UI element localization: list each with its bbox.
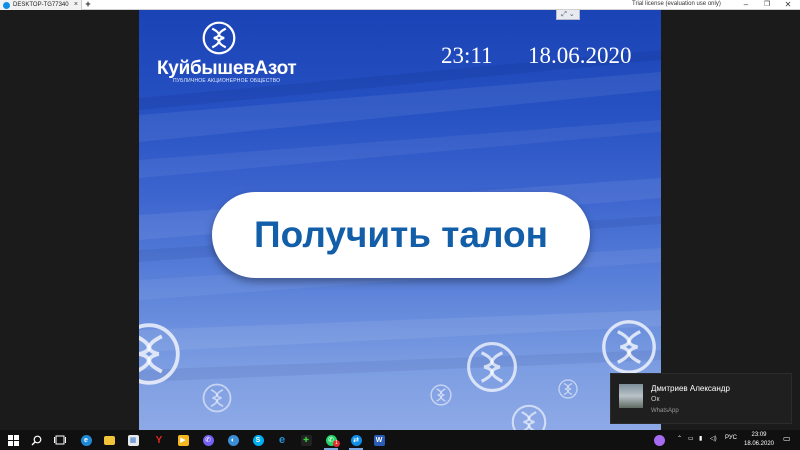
game-icon[interactable]: ✚	[299, 433, 313, 447]
sender-avatar	[619, 384, 643, 408]
kuibyshevazot-logo-icon	[202, 21, 236, 55]
input-language[interactable]: РУС	[725, 435, 737, 441]
whatsapp-icon[interactable]: ✆ 1	[324, 433, 340, 447]
emblem-watermark-icon	[602, 320, 656, 374]
license-notice: Trial license (evaluation use only)	[632, 1, 721, 7]
get-ticket-button[interactable]: Получить талон	[212, 192, 590, 278]
current-time: 23:11	[441, 43, 493, 68]
emblem-watermark-icon	[139, 323, 180, 385]
kiosk-screen: КуйбышевАзот ПУБЛИЧНОЕ АКЦИОНЕРНОЕ ОБЩЕС…	[139, 10, 661, 430]
close-window-button[interactable]: ✕	[777, 0, 799, 10]
get-ticket-label: Получить талон	[254, 214, 548, 255]
word-icon[interactable]: W	[372, 433, 386, 447]
network-icon[interactable]: ▭	[688, 435, 694, 442]
battery-icon[interactable]: ▮	[699, 435, 702, 442]
notifications-icon[interactable]: ▭	[783, 434, 791, 443]
store-icon[interactable]: ▦	[126, 433, 140, 447]
taskbar-clock-date[interactable]: 18.06.2020	[741, 440, 777, 448]
minimize-button[interactable]: –	[735, 0, 757, 10]
notification-sender: Дмитриев Александр	[651, 384, 730, 393]
windows-taskbar: e ▦ Y ▶ ✆ ◐ S e ✚ ✆ 1 ⇄ W ⌃ ▭ ▮ ◁) РУС 2…	[0, 430, 800, 450]
windows-start-icon[interactable]	[6, 433, 20, 447]
current-date: 18.06.2020	[528, 43, 632, 68]
brand-subtitle: ПУБЛИЧНОЕ АКЦИОНЕРНОЕ ОБЩЕСТВО	[173, 78, 281, 84]
yandex-browser-icon[interactable]: Y	[152, 433, 166, 447]
notification-message: Ок	[651, 396, 660, 403]
brand-name: КуйбышевАзот	[157, 58, 297, 79]
emblem-watermark-icon	[467, 342, 517, 392]
remote-session-titlebar: DESKTOP-TG77340 × + Trial license (evalu…	[0, 0, 800, 10]
show-hidden-icons[interactable]: ⌃	[677, 435, 682, 442]
emblem-watermark-icon	[202, 383, 232, 413]
session-tab-label: DESKTOP-TG77340	[13, 2, 69, 8]
taskbar-clock-time[interactable]: 23:09	[741, 431, 777, 439]
emblem-watermark-icon	[511, 404, 547, 430]
session-tab[interactable]: DESKTOP-TG77340 ×	[0, 0, 82, 10]
media-player-icon[interactable]: ▶	[176, 433, 190, 447]
close-tab-icon[interactable]: ×	[74, 1, 78, 9]
alice-assistant-icon[interactable]	[652, 433, 666, 447]
teamviewer-icon	[3, 1, 10, 9]
edge-icon[interactable]: e	[79, 433, 93, 447]
search-icon[interactable]	[29, 433, 43, 447]
whatsapp-unread-badge: 1	[333, 440, 340, 447]
app-icon[interactable]: ◐	[226, 433, 240, 447]
emblem-watermark-icon	[558, 379, 578, 399]
notification-app-name: WhatsApp	[651, 408, 679, 414]
add-tab-button[interactable]: +	[84, 0, 92, 9]
maximize-button[interactable]: ❐	[756, 0, 778, 10]
viber-icon[interactable]: ✆	[201, 433, 215, 447]
skype-icon[interactable]: S	[251, 433, 265, 447]
file-explorer-icon[interactable]	[102, 433, 116, 447]
emblem-watermark-icon	[430, 384, 452, 406]
session-toolbar-toggle[interactable]: ⤢ ⌄	[556, 10, 580, 20]
whatsapp-notification[interactable]: Дмитриев Александр Ок WhatsApp	[610, 373, 792, 424]
volume-icon[interactable]: ◁)	[710, 435, 717, 442]
task-view-icon[interactable]	[53, 433, 67, 447]
teamviewer-icon[interactable]: ⇄	[349, 433, 363, 447]
internet-explorer-icon[interactable]: e	[275, 433, 289, 447]
